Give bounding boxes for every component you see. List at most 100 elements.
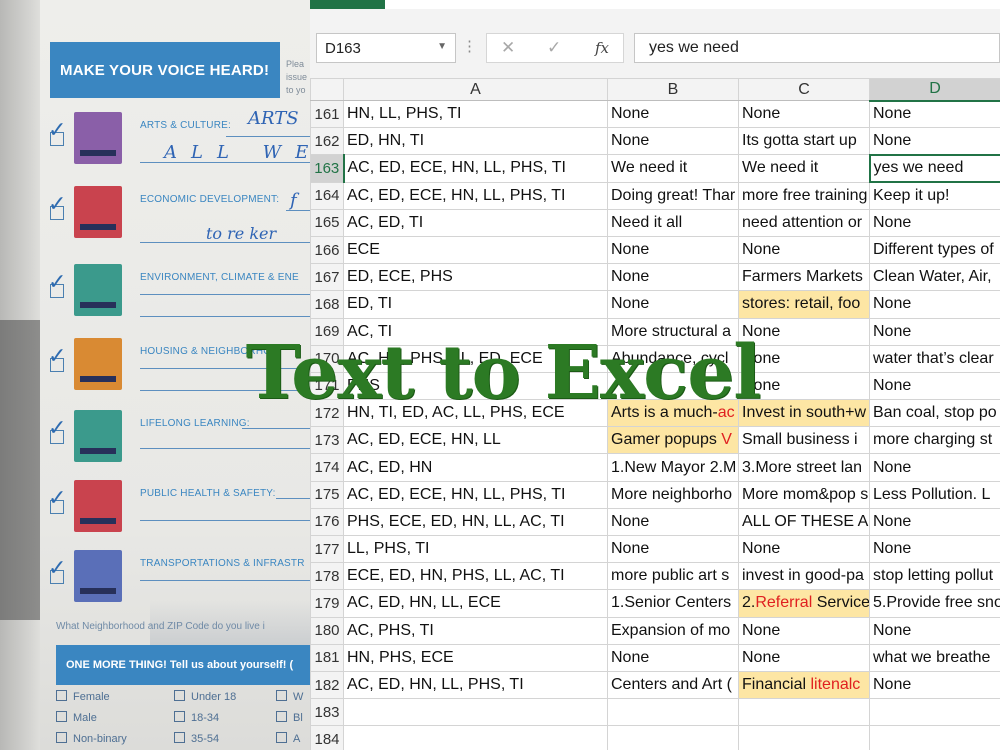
insert-function-icon[interactable]: fx [595,39,609,57]
row-header[interactable]: 168 [310,290,344,319]
cell-d174[interactable]: None [869,453,1000,482]
cell-c175[interactable]: More mom&pop s [738,480,870,509]
row-header[interactable]: 164 [310,181,344,210]
cell-c184[interactable] [738,725,870,750]
row-header[interactable]: 170 [310,344,344,373]
cell-b165[interactable]: Need it all [607,208,739,237]
cell-c165[interactable]: need attention or [738,208,870,237]
cell-a178[interactable]: ECE, ED, HN, PHS, LL, AC, TI [343,562,608,591]
cell-d166[interactable]: Different types of [869,235,1000,265]
cell-b171[interactable] [607,371,739,401]
select-all-corner[interactable] [310,78,344,101]
cell-d181[interactable]: what we breathe [869,643,1000,672]
row-header[interactable]: 162 [310,127,344,156]
cell-c181[interactable]: None [738,643,870,672]
cell-a161[interactable]: HN, LL, PHS, TI [343,99,608,129]
cell-d179[interactable]: 5.Provide free sno [869,589,1000,618]
cell-c162[interactable]: Its gotta start up [738,127,870,156]
cell-d163[interactable]: yes we need [868,153,1000,184]
row-header[interactable]: 166 [310,235,344,265]
cell-c180[interactable]: None [738,616,870,645]
row-header[interactable]: 167 [310,263,344,292]
row-header[interactable]: 176 [310,507,344,537]
cell-c176[interactable]: ALL OF THESE A [738,507,870,537]
cell-a162[interactable]: ED, HN, TI [343,127,608,156]
cell-a175[interactable]: AC, ED, ECE, HN, LL, PHS, TI [343,480,608,509]
cell-d169[interactable]: None [869,317,1000,346]
chevron-down-icon[interactable]: ▼ [437,41,447,52]
cell-c170[interactable]: None [738,344,870,373]
cell-a181[interactable]: HN, PHS, ECE [343,643,608,672]
cell-a168[interactable]: ED, TI [343,290,608,319]
cell-d176[interactable]: None [869,507,1000,537]
cell-a165[interactable]: AC, ED, TI [343,208,608,237]
cell-a173[interactable]: AC, ED, ECE, HN, LL [343,426,608,455]
cell-a184[interactable] [343,725,608,750]
cell-b164[interactable]: Doing great! Thar [607,181,739,210]
cell-a169[interactable]: AC, TI [343,317,608,346]
formula-input[interactable]: yes we need [634,33,1000,63]
row-header[interactable]: 171 [310,371,344,401]
row-header[interactable]: 174 [310,453,344,482]
cell-b163[interactable]: We need it [607,154,739,183]
row-header[interactable]: 169 [310,317,344,346]
cell-c171[interactable]: None [738,371,870,401]
cell-c172[interactable]: Invest in south+w [738,399,870,428]
cell-a167[interactable]: ED, ECE, PHS [343,263,608,292]
cell-d173[interactable]: more charging st [869,426,1000,455]
cell-b183[interactable] [607,698,739,727]
cell-a176[interactable]: PHS, ECE, ED, HN, LL, AC, TI [343,507,608,537]
row-header[interactable]: 172 [310,399,344,428]
cell-a163[interactable]: AC, ED, ECE, HN, LL, PHS, TI [343,154,608,183]
cell-c177[interactable]: None [738,534,870,564]
cell-d182[interactable]: None [869,670,1000,700]
cell-b177[interactable]: None [607,534,739,564]
cell-d161[interactable]: None [869,99,1000,129]
row-header[interactable]: 175 [310,480,344,509]
cell-b180[interactable]: Expansion of mo [607,616,739,645]
cell-b179[interactable]: 1.Senior Centers [607,589,739,618]
cell-d177[interactable]: None [869,534,1000,564]
cell-d172[interactable]: Ban coal, stop po [869,399,1000,428]
cell-c169[interactable]: None [738,317,870,346]
cell-b181[interactable]: None [607,643,739,672]
cell-b170[interactable]: Abundance, cycl [607,344,739,373]
cell-a179[interactable]: AC, ED, HN, LL, ECE [343,589,608,618]
cell-a177[interactable]: LL, PHS, TI [343,534,608,564]
cell-c173[interactable]: Small business i [738,426,870,455]
cell-a180[interactable]: AC, PHS, TI [343,616,608,645]
cell-c183[interactable] [738,698,870,727]
column-header-d[interactable]: D [869,78,1000,102]
row-header[interactable]: 182 [310,670,344,700]
column-header-a[interactable]: A [343,78,608,101]
cell-d170[interactable]: water that’s clear [869,344,1000,373]
cell-b167[interactable]: None [607,263,739,292]
cell-d164[interactable]: Keep it up! [869,181,1000,210]
cell-d184[interactable] [869,725,1000,750]
cell-b168[interactable]: None [607,290,739,319]
row-header[interactable]: 165 [310,208,344,237]
column-header-c[interactable]: C [738,78,870,101]
cell-b173[interactable]: Gamer popups V [607,426,739,455]
cell-b166[interactable]: None [607,235,739,265]
row-header[interactable]: 178 [310,562,344,591]
cell-b175[interactable]: More neighborho [607,480,739,509]
cell-c179[interactable]: 2.Referral Service [738,589,870,618]
cancel-icon[interactable]: ✕ [501,38,515,58]
cell-a166[interactable]: ECE [343,235,608,265]
row-header[interactable]: 163 [310,154,345,183]
cell-c168[interactable]: stores: retail, foo [738,290,870,319]
cell-d178[interactable]: stop letting pollut [869,562,1000,591]
row-header[interactable]: 161 [310,99,344,129]
row-header[interactable]: 183 [310,698,344,727]
cell-c167[interactable]: Farmers Markets [738,263,870,292]
cell-a183[interactable] [343,698,608,727]
name-box[interactable]: D163 ▼ [316,33,456,63]
cell-a182[interactable]: AC, ED, HN, LL, PHS, TI [343,670,608,700]
cell-d162[interactable]: None [869,127,1000,156]
cell-b162[interactable]: None [607,127,739,156]
cell-b174[interactable]: 1.New Mayor 2.M [607,453,739,482]
column-header-b[interactable]: B [607,78,739,101]
cell-b161[interactable]: None [607,99,739,129]
cell-a171[interactable]: PHS [343,371,608,401]
